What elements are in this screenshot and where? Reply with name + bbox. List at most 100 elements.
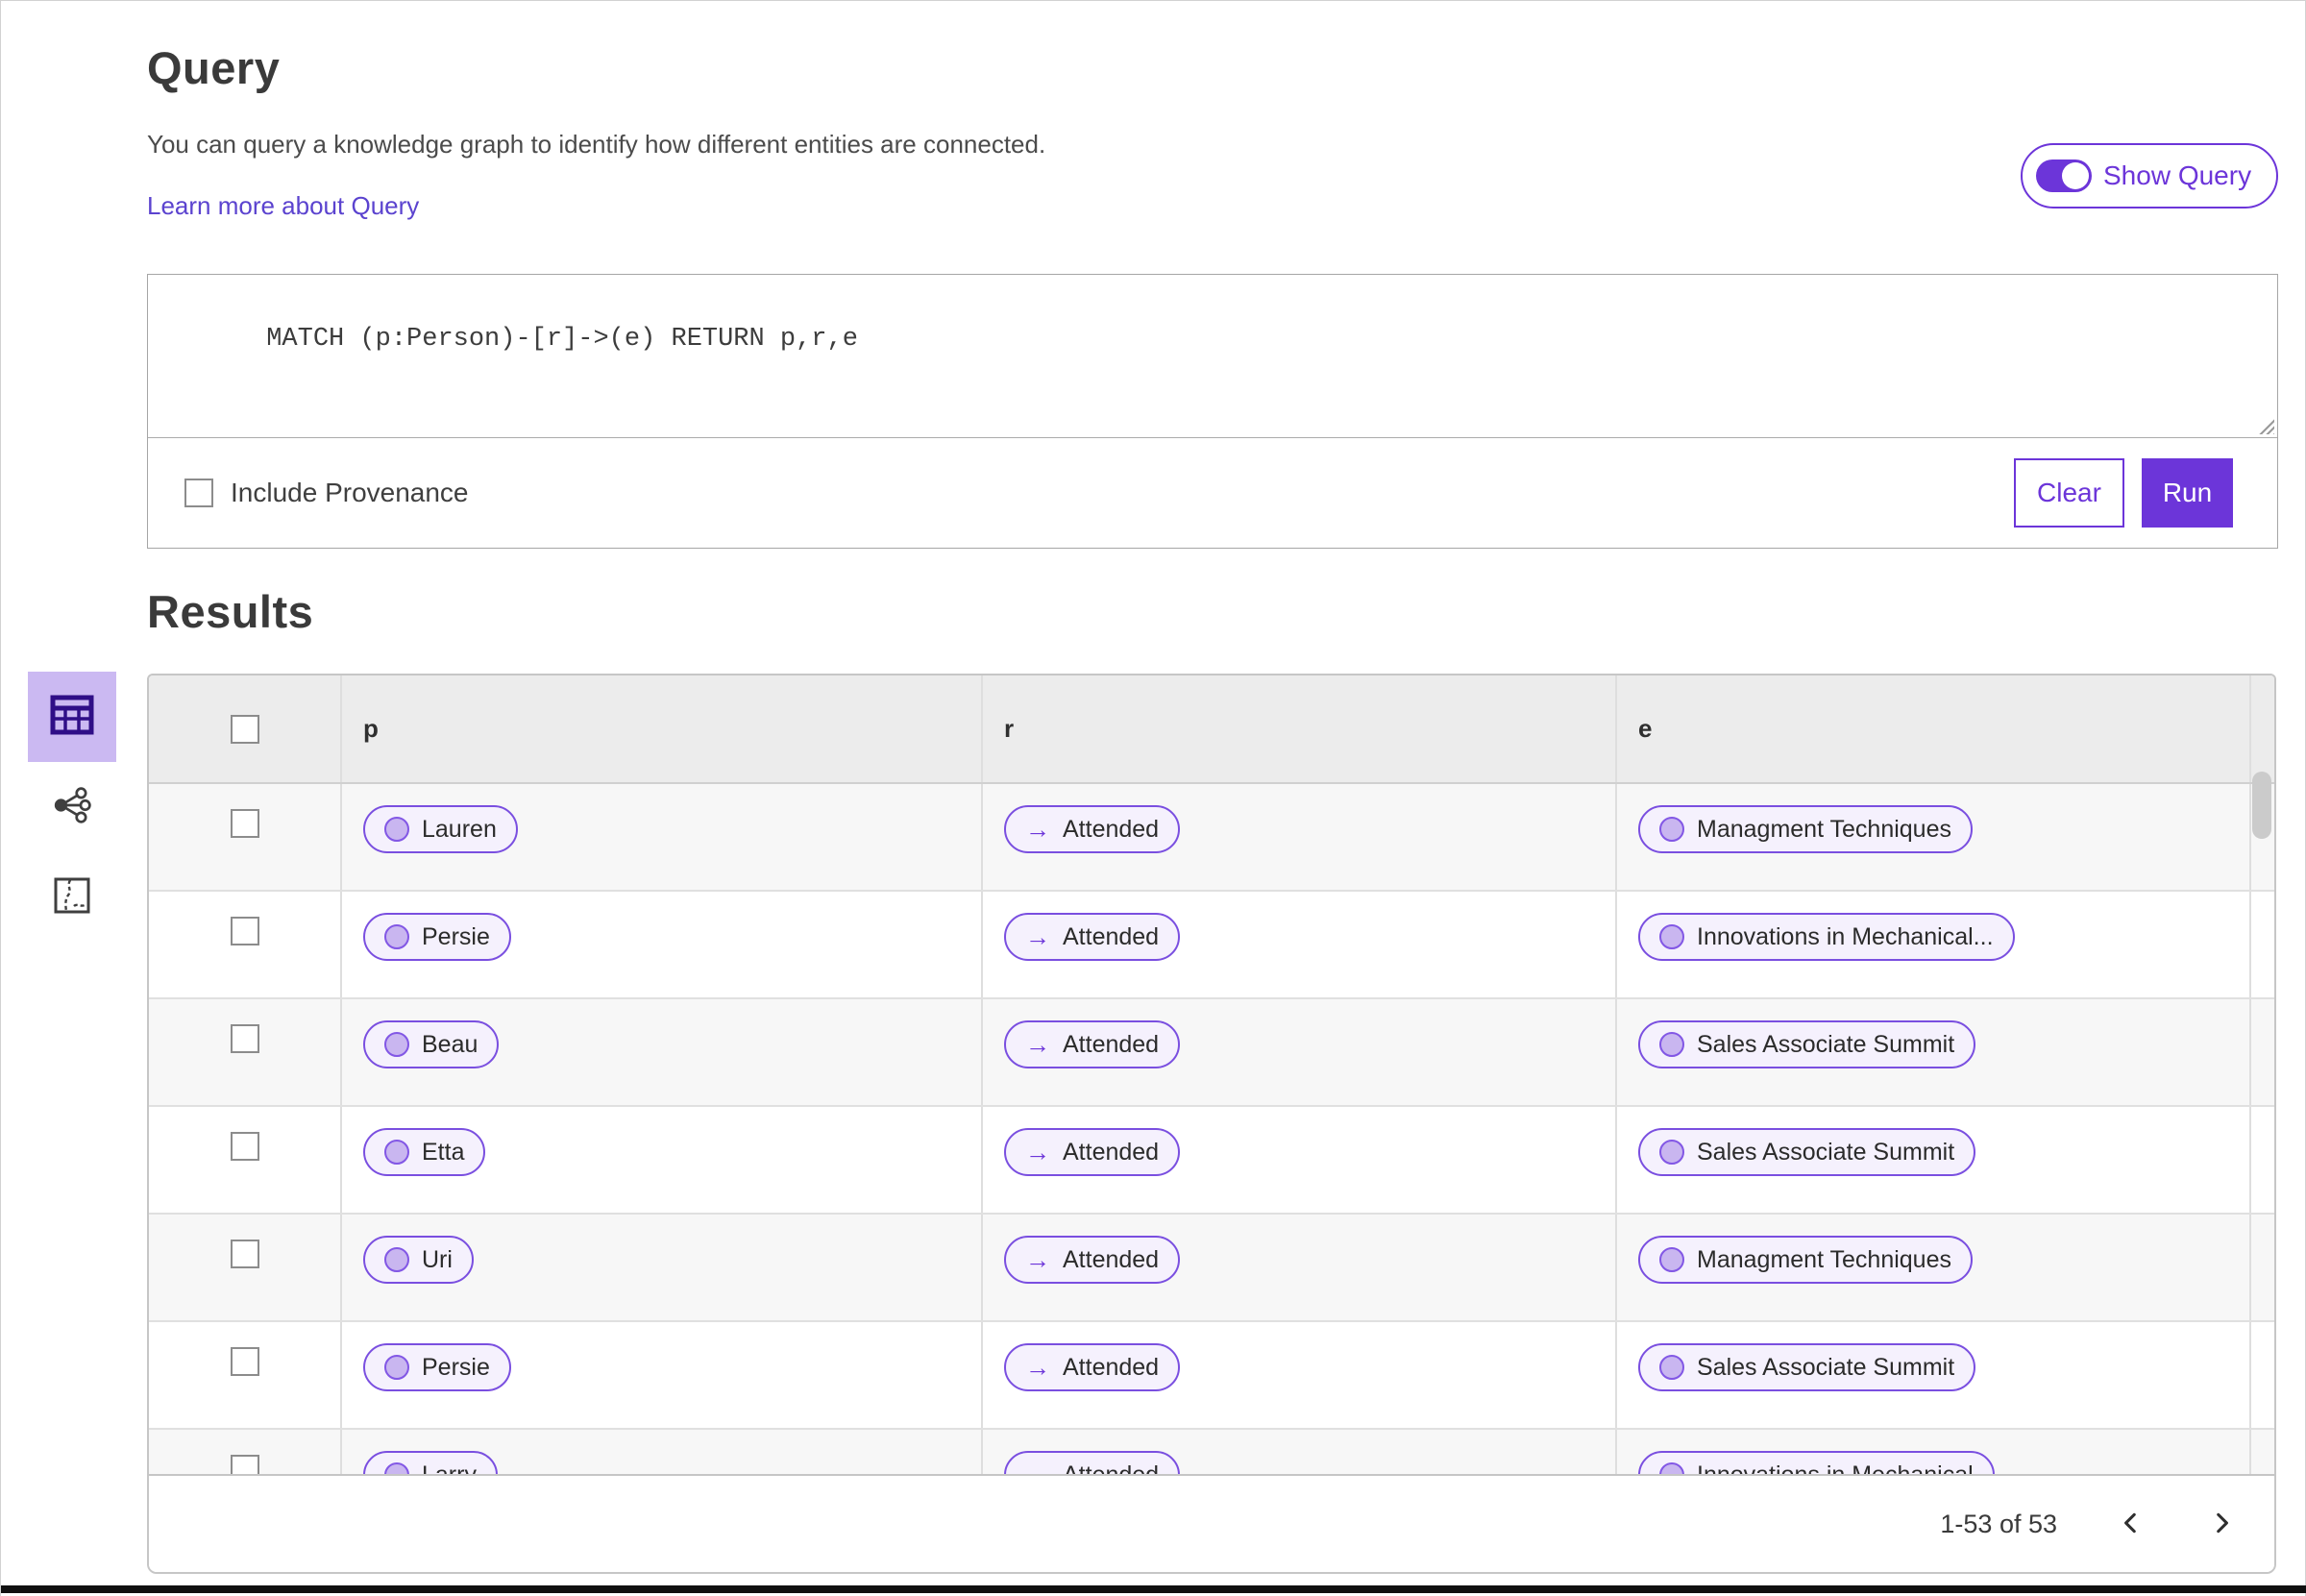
scrollbar-gutter (2249, 1322, 2274, 1428)
entity-pill[interactable]: Persie (363, 913, 511, 961)
entity-node-icon (384, 1140, 409, 1165)
column-header-r: r (981, 675, 1615, 782)
row-checkbox[interactable] (230, 1024, 259, 1053)
scrollbar-gutter (2249, 675, 2274, 782)
map-view-button[interactable] (28, 852, 116, 943)
relation-pill[interactable]: →Attended (1004, 1236, 1181, 1284)
table-row: Etta → Attended Sales Associate Summit (149, 1107, 2274, 1215)
query-page: Query You can query a knowledge graph to… (0, 0, 2306, 1596)
entity-node-icon (1659, 924, 1684, 949)
entity-pill[interactable]: Managment Techniques (1638, 805, 1973, 853)
results-view-switcher (28, 672, 116, 943)
column-header-e: e (1615, 675, 2249, 782)
relation-pill[interactable]: →Attended (1004, 1128, 1181, 1176)
query-text: MATCH (p:Person)-[r]->(e) RETURN p,r,e (266, 325, 858, 354)
arrow-right-icon: → (1025, 1353, 1050, 1382)
entity-pill[interactable]: Sales Associate Summit (1638, 1128, 1976, 1176)
entity-pill[interactable]: Managment Techniques (1638, 1236, 1973, 1284)
scrollbar-gutter (2249, 1107, 2274, 1213)
column-header-p: p (340, 675, 981, 782)
run-button[interactable]: Run (2142, 458, 2233, 528)
table-row: Persie → Attended Innovations in Mechanic… (149, 892, 2274, 999)
entity-pill[interactable]: Innovations in Mechanical... (1638, 913, 2015, 961)
arrow-right-icon: → (1025, 1138, 1050, 1166)
entity-node-icon (1659, 1032, 1684, 1057)
entity-node-icon (384, 1032, 409, 1057)
next-page-button[interactable] (2205, 1507, 2238, 1542)
entity-node-icon (1659, 1462, 1684, 1474)
results-table-scroll-area: p r e Lauren → Attended Managment Techniq… (149, 675, 2274, 1474)
row-checkbox[interactable] (230, 1132, 259, 1161)
chevron-right-icon (2209, 1510, 2234, 1538)
pagination-range-label: 1-53 of 53 (1940, 1509, 2057, 1538)
relation-pill[interactable]: →Attended (1004, 805, 1181, 853)
toggle-knob (2062, 162, 2089, 189)
previous-page-button[interactable] (2115, 1507, 2147, 1542)
row-checkbox[interactable] (230, 1240, 259, 1268)
entity-pill[interactable]: Sales Associate Summit (1638, 1343, 1976, 1391)
scrollbar-gutter (2249, 1215, 2274, 1320)
entity-node-icon (384, 817, 409, 842)
entity-node-icon (384, 924, 409, 949)
arrow-right-icon: → (1025, 815, 1050, 844)
show-query-label: Show Query (2103, 160, 2252, 190)
entity-pill[interactable]: Etta (363, 1128, 486, 1176)
entity-pill[interactable]: Lauren (363, 805, 518, 853)
toggle-on-icon[interactable] (2036, 160, 2092, 192)
relation-pill[interactable]: →Attended (1004, 1451, 1181, 1474)
table-row: Uri → Attended Managment Techniques (149, 1215, 2274, 1322)
table-view-button[interactable] (28, 672, 116, 762)
entity-pill[interactable]: Persie (363, 1343, 511, 1391)
query-description: You can query a knowledge graph to ident… (147, 130, 1046, 159)
include-provenance-label: Include Provenance (231, 478, 469, 507)
include-provenance-checkbox[interactable] (184, 479, 213, 507)
entity-node-icon (1659, 1140, 1684, 1165)
select-all-checkbox[interactable] (230, 714, 259, 744)
table-header-row: p r e (149, 675, 2274, 784)
entity-node-icon (1659, 817, 1684, 842)
relation-pill[interactable]: →Attended (1004, 1020, 1181, 1068)
table-row: Persie → Attended Sales Associate Summit (149, 1322, 2274, 1430)
entity-node-icon (384, 1355, 409, 1380)
row-checkbox[interactable] (230, 1347, 259, 1376)
entity-node-icon (384, 1462, 409, 1474)
arrow-right-icon: → (1025, 1030, 1050, 1059)
results-table: p r e Lauren → Attended Managment Techniq… (147, 674, 2276, 1574)
table-scrollbar-thumb[interactable] (2252, 772, 2271, 839)
network-icon (52, 785, 92, 830)
scrollbar-gutter (2249, 1430, 2274, 1474)
learn-more-link[interactable]: Learn more about Query (147, 191, 419, 221)
window-bottom-edge (1, 1585, 2306, 1593)
clear-button[interactable]: Clear (2014, 458, 2124, 528)
table-row: Beau → Attended Sales Associate Summit (149, 999, 2274, 1107)
entity-pill[interactable]: Uri (363, 1236, 474, 1284)
results-title: Results (147, 586, 314, 637)
map-icon (54, 877, 90, 919)
arrow-right-icon: → (1025, 922, 1050, 951)
graph-view-button[interactable] (28, 762, 116, 852)
row-checkbox[interactable] (230, 809, 259, 838)
arrow-right-icon: → (1025, 1245, 1050, 1274)
table-icon (50, 695, 94, 740)
page-title: Query (147, 42, 281, 93)
row-checkbox[interactable] (230, 917, 259, 945)
arrow-right-icon: → (1025, 1462, 1050, 1474)
entity-pill[interactable]: Larry (363, 1451, 498, 1474)
pagination-bar: 1-53 of 53 (149, 1474, 2274, 1572)
resize-handle-icon[interactable] (2258, 418, 2274, 434)
query-footer: Include Provenance Clear Run (148, 438, 2277, 548)
table-row: Larry →Attended Innovations in Mechanica… (149, 1430, 2274, 1474)
entity-pill[interactable]: Sales Associate Summit (1638, 1020, 1976, 1068)
relation-pill[interactable]: →Attended (1004, 1343, 1181, 1391)
scrollbar-gutter (2249, 999, 2274, 1105)
row-checkbox[interactable] (230, 1455, 259, 1474)
query-input[interactable]: MATCH (p:Person)-[r]->(e) RETURN p,r,e (148, 275, 2277, 438)
entity-pill[interactable]: Innovations in Mechanical (1638, 1451, 1995, 1474)
entity-node-icon (1659, 1247, 1684, 1272)
query-editor-panel: MATCH (p:Person)-[r]->(e) RETURN p,r,e I… (147, 274, 2278, 549)
entity-node-icon (1659, 1355, 1684, 1380)
entity-pill[interactable]: Beau (363, 1020, 500, 1068)
show-query-toggle[interactable]: Show Query (2021, 143, 2279, 209)
relation-pill[interactable]: →Attended (1004, 913, 1181, 961)
entity-node-icon (384, 1247, 409, 1272)
